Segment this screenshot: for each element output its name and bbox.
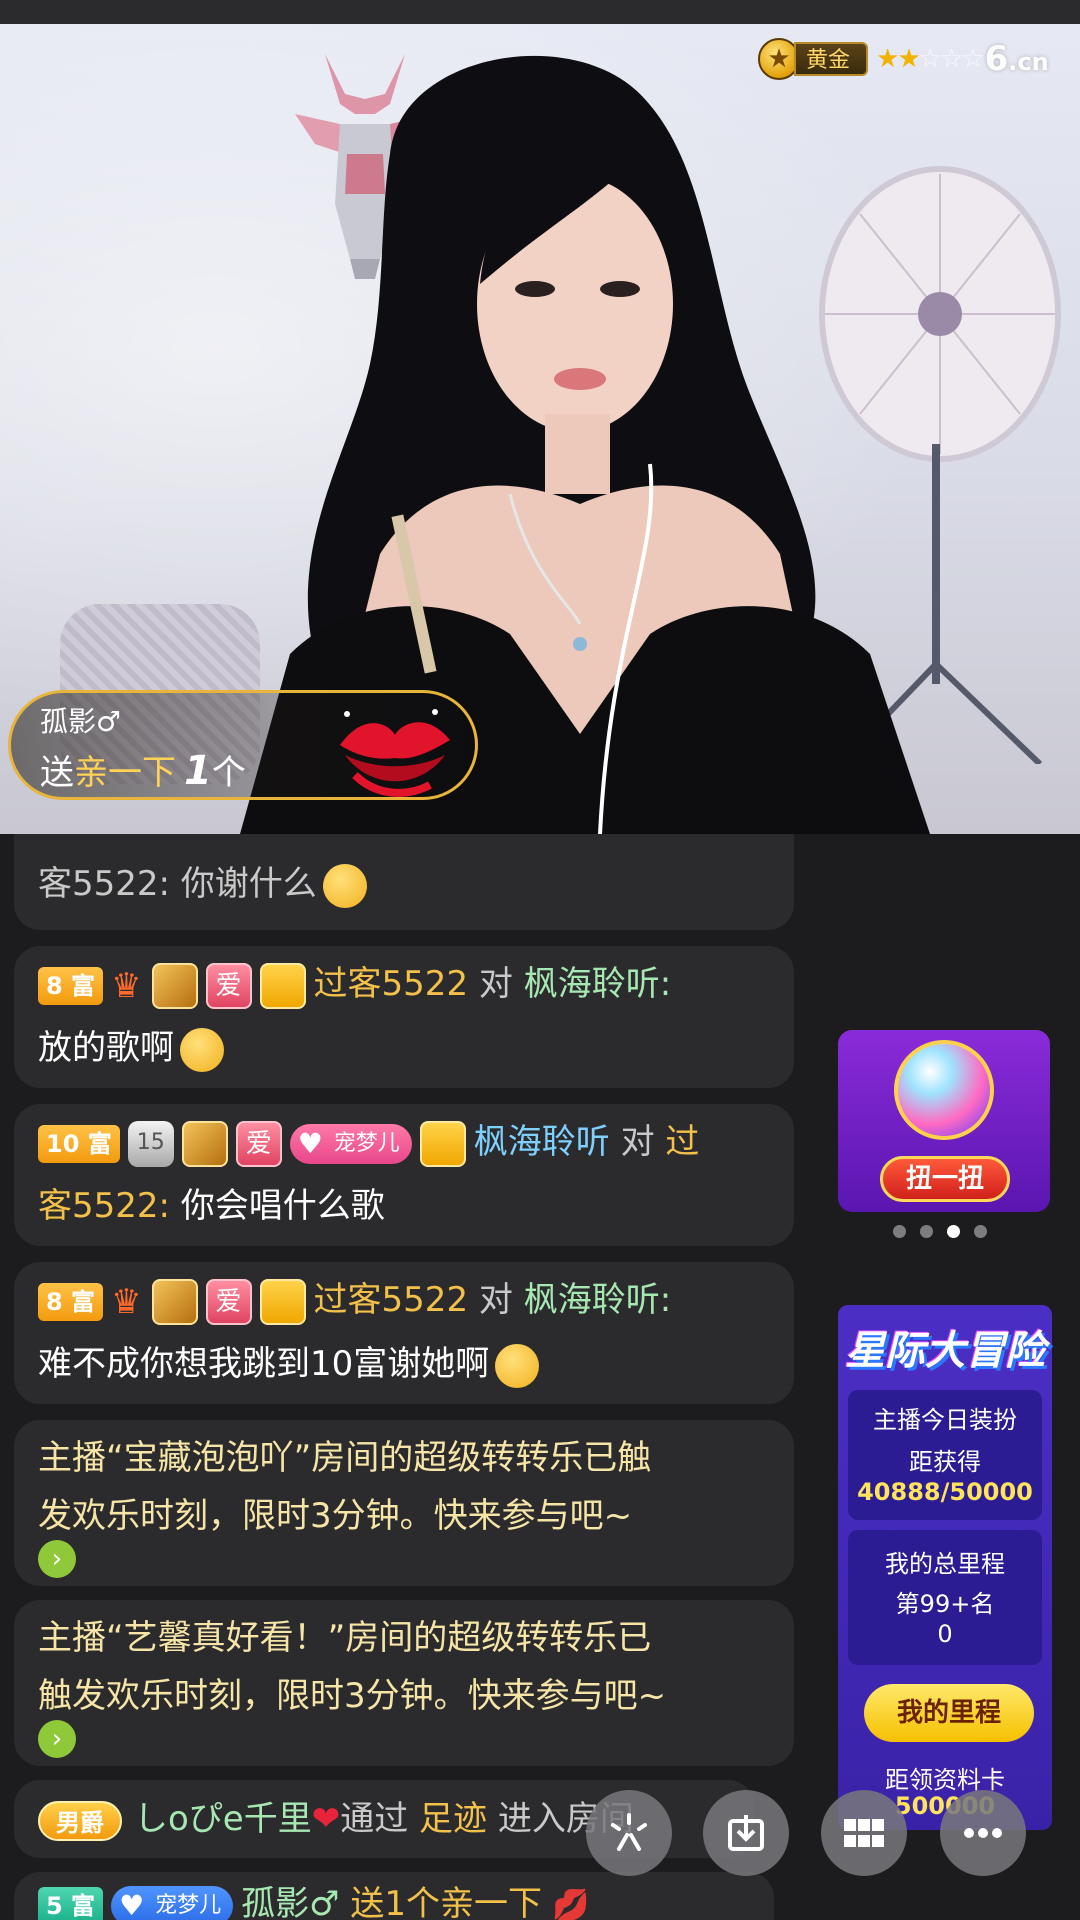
entering-user[interactable]: しoぴe千里 — [134, 1799, 312, 1839]
wealth-level-badge: 8 富 — [38, 1282, 104, 1321]
noble-badge: 男爵 — [38, 1800, 122, 1841]
gift-message-text: 5 富宠梦儿孤影♂ 送1个亲一下💋 — [38, 1874, 589, 1920]
system-notice-line: 主播“艺馨真好看！”房间的超级转转乐已 — [38, 1618, 652, 1658]
lips-icon: 💋 — [552, 1888, 590, 1920]
sender-name[interactable]: 孤影♂ — [241, 1884, 339, 1920]
adventure-rank: 第99+名 — [895, 1590, 995, 1618]
adventure-progress: 40888/50000 — [857, 1478, 1033, 1506]
receiver-name[interactable]: 枫海聆听: — [524, 964, 671, 1004]
carousel-dot[interactable] — [893, 1225, 906, 1238]
system-notice-line: 触发欢乐时刻，限时3分钟。快来参与吧~ — [38, 1676, 667, 1716]
user-icon — [259, 1278, 306, 1325]
sender-name[interactable]: 枫海聆听 — [474, 1122, 610, 1162]
carousel-dot[interactable] — [920, 1225, 933, 1238]
chat-message-text: 放的歌啊 — [38, 1018, 224, 1078]
site-logo: 6.cn — [984, 39, 1049, 79]
crown-icon: ♛ — [111, 965, 142, 1006]
wealth-level-badge: 8 富 — [38, 966, 104, 1005]
carousel-dot[interactable] — [974, 1225, 987, 1238]
my-mileage-button[interactable]: 我的里程 — [864, 1684, 1034, 1742]
more-button[interactable] — [940, 1790, 1026, 1876]
wealth-level-badge: 10 富 — [38, 1124, 120, 1163]
guard-shield-icon: 15 — [127, 1120, 174, 1167]
laugh-emoji-icon — [322, 863, 367, 908]
user-icon — [259, 962, 306, 1009]
lips-icon — [340, 709, 450, 797]
download-button[interactable] — [703, 1790, 789, 1876]
love-badge: 爱 — [205, 1278, 252, 1325]
sender-name[interactable]: 过客5522 — [314, 1280, 469, 1320]
chat-message-text: 难不成你想我跳到10富谢她啊 — [38, 1334, 540, 1394]
adventure-card1-line2: 距获得 — [909, 1448, 981, 1476]
rating-stars: ★★☆☆☆ — [876, 44, 985, 74]
receiver-name[interactable]: 客5522: — [38, 1186, 170, 1226]
laugh-emoji-icon — [180, 1027, 224, 1072]
receiver-name[interactable]: 枫海聆听: — [524, 1280, 671, 1320]
user-icon — [419, 1120, 466, 1167]
pet-badge: 宠梦儿 — [111, 1885, 234, 1920]
enter-notice-text: 男爵 しoぴe千里❤通过 足迹 进入房间 — [38, 1789, 634, 1849]
go-button[interactable]: › — [38, 1540, 76, 1578]
anchor-level-badge[interactable]: ★ 黄金 ★★☆☆☆ 6.cn — [758, 36, 1049, 82]
status-strip — [0, 0, 1080, 24]
live-room-screen: { "header": { "level_label": "黄金", "bran… — [0, 0, 1080, 1920]
carousel-dots — [893, 1225, 987, 1238]
effects-button[interactable] — [586, 1790, 672, 1876]
love-badge: 爱 — [205, 962, 252, 1009]
chat-message-header: 8 富 ♛ 爱过客5522 对 枫海聆听: — [38, 954, 671, 1016]
go-button[interactable]: › — [38, 1720, 76, 1758]
download-icon — [728, 1815, 764, 1851]
sender-name[interactable]: 过客5522 — [314, 964, 469, 1004]
system-notice-line: 发欢乐时刻，限时3分钟。快来参与吧~ — [38, 1496, 633, 1536]
carousel-dot-active[interactable] — [947, 1225, 960, 1238]
gacha-button[interactable]: 扭一扭 — [880, 1156, 1010, 1202]
laugh-emoji-icon — [495, 1343, 540, 1388]
gold-bar-icon — [151, 962, 198, 1009]
grid-icon — [844, 1819, 884, 1847]
adventure-mileage-value: 0 — [937, 1620, 953, 1648]
chat-message-text: 客5522: 你会唱什么歌 — [38, 1186, 385, 1226]
adventure-card1-line1: 主播今日装扮 — [873, 1406, 1017, 1434]
adventure-card2-line1: 我的总里程 — [885, 1550, 1005, 1578]
crown-icon: ♛ — [111, 1281, 142, 1322]
more-icon — [964, 1828, 1002, 1838]
wealth-level-badge: 5 富 — [38, 1886, 104, 1920]
heart-icon: ❤ — [311, 1799, 341, 1839]
gacha-ball-icon — [894, 1040, 994, 1140]
menu-grid-button[interactable] — [821, 1790, 907, 1876]
love-badge: 爱 — [235, 1120, 282, 1167]
anchor-level-label: 黄金 — [794, 42, 869, 76]
adventure-title: 星际大冒险 — [845, 1328, 1045, 1374]
chat-message-text: 客5522: 你谢什么 — [38, 854, 367, 914]
gift-banner-user: 孤影♂ — [40, 705, 122, 738]
chat-message-header: 8 富 ♛ 爱过客5522 对 枫海聆听: — [38, 1270, 671, 1332]
chat-message-header: 10 富15爱宠梦儿枫海聆听 对 过 — [38, 1112, 699, 1172]
system-notice-line: 主播“宝藏泡泡吖”房间的超级转转乐已触 — [38, 1438, 652, 1478]
gold-bar-icon — [151, 1278, 198, 1325]
gold-bar-icon — [181, 1120, 228, 1167]
sparkle-icon — [611, 1813, 647, 1851]
pet-badge: 宠梦儿 — [289, 1123, 412, 1164]
gift-banner-text: 送亲一下 1个 — [40, 748, 246, 794]
